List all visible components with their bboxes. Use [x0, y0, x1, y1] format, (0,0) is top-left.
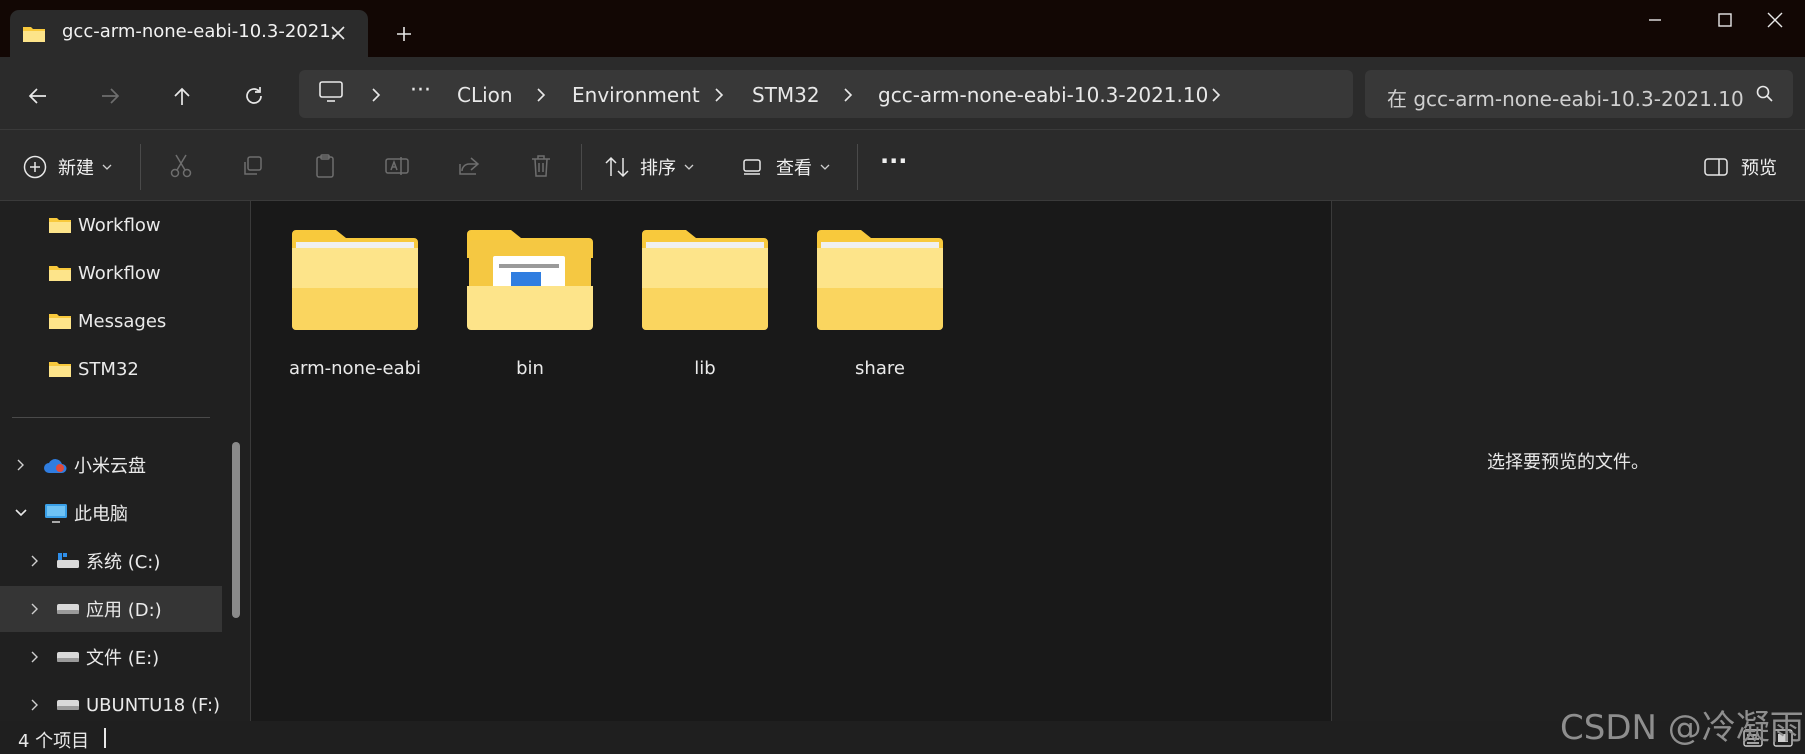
close-window-icon[interactable] [1740, 0, 1805, 40]
breadcrumb-overflow-button[interactable]: ··· [410, 78, 431, 103]
copy-icon[interactable] [238, 151, 268, 181]
folder-name: share [855, 358, 905, 379]
folder-icon [290, 228, 420, 332]
sidebar-item-label: 此电脑 [74, 504, 128, 525]
preview-pane-button[interactable]: 预览 [1703, 152, 1777, 182]
search-input[interactable]: 在 gcc-arm-none-eabi-10.3-2021.10 [1387, 83, 1744, 112]
sidebar-item-label: 文件 (E:) [86, 648, 160, 669]
new-button[interactable]: 新建 [22, 152, 112, 182]
chevron-right-icon [533, 86, 549, 104]
folder-with-files-icon [465, 228, 595, 332]
delete-icon[interactable] [526, 151, 556, 181]
sidebar-item-stm32[interactable]: STM32 [0, 346, 222, 392]
chevron-down-icon[interactable] [14, 507, 28, 519]
chevron-right-icon [368, 86, 384, 104]
chevron-right-icon[interactable] [28, 698, 40, 712]
folder-icon [48, 263, 72, 283]
status-bar [0, 721, 1805, 754]
back-arrow-icon[interactable] [20, 78, 56, 114]
computer-icon [44, 502, 68, 524]
item-count: 4 个项目 [18, 731, 90, 752]
sidebar-item-label: Workflow [78, 214, 161, 236]
view-button[interactable]: 查看 [742, 152, 830, 182]
up-arrow-icon[interactable] [164, 78, 200, 114]
folder-name: bin [516, 358, 544, 379]
view-label: 查看 [776, 158, 812, 179]
chevron-down-icon [102, 163, 112, 171]
sort-label: 排序 [640, 158, 676, 179]
new-label: 新建 [58, 158, 94, 179]
breadcrumb-item[interactable]: Environment [572, 83, 700, 107]
sidebar-item-drive-e[interactable]: 文件 (E:) [0, 634, 222, 680]
divider [857, 144, 858, 190]
folder-icon [22, 24, 46, 44]
sidebar-item-label: UBUNTU18 (F:) [86, 694, 221, 716]
drive-icon [56, 650, 80, 664]
folder-name: lib [694, 358, 716, 379]
sidebar-item-workflow[interactable]: Workflow [0, 202, 222, 248]
chevron-right-icon[interactable] [1208, 86, 1224, 104]
sidebar-item-label: 小米云盘 [74, 456, 146, 477]
divider [581, 144, 582, 190]
forward-arrow-icon[interactable] [92, 78, 128, 114]
sort-icon [604, 155, 630, 179]
watermark: CSDN @冷凝雨 [1560, 708, 1804, 748]
rename-icon[interactable] [382, 151, 412, 181]
folder-icon [48, 359, 72, 379]
sidebar-item-drive-d[interactable]: 应用 (D:) [0, 586, 222, 632]
new-tab-icon[interactable] [390, 20, 418, 48]
search-icon[interactable] [1755, 84, 1775, 104]
view-icon [742, 158, 762, 176]
chevron-right-icon [840, 86, 856, 104]
folder-icon [640, 228, 770, 332]
status-divider [104, 728, 106, 748]
chevron-right-icon[interactable] [14, 458, 26, 472]
sidebar-item-workflow[interactable]: Workflow [0, 250, 222, 296]
folder-icon [815, 228, 945, 332]
breadcrumb-item[interactable]: STM32 [752, 83, 820, 107]
sidebar-item-label: 应用 (D:) [86, 600, 162, 621]
preview-label: 预览 [1741, 158, 1777, 179]
tab-close-icon[interactable] [325, 20, 351, 46]
minimize-icon[interactable] [1620, 0, 1690, 40]
breadcrumb-item-current[interactable]: gcc-arm-none-eabi-10.3-2021.10 [878, 83, 1208, 107]
chevron-right-icon[interactable] [28, 650, 40, 664]
chevron-down-icon [820, 163, 830, 171]
scrollbar-thumb[interactable] [232, 442, 240, 618]
sidebar-item-this-pc[interactable]: 此电脑 [0, 490, 222, 536]
computer-icon [318, 80, 344, 104]
divider [140, 144, 141, 190]
folder-icon [48, 311, 72, 331]
folder-icon [48, 215, 72, 235]
breadcrumb-item[interactable]: CLion [457, 83, 513, 107]
drive-icon [56, 602, 80, 616]
sidebar-item-messages[interactable]: Messages [0, 298, 222, 344]
plus-circle-icon [22, 154, 48, 180]
chevron-right-icon[interactable] [28, 602, 40, 616]
sidebar-item-label: STM32 [78, 358, 139, 380]
sidebar-item-xiaomi-cloud[interactable]: 小米云盘 [0, 442, 222, 488]
drive-icon [56, 698, 80, 712]
chevron-right-icon[interactable] [28, 554, 40, 568]
sidebar-item-drive-c[interactable]: 系统 (C:) [0, 538, 222, 584]
chevron-down-icon [684, 163, 694, 171]
share-icon[interactable] [454, 151, 484, 181]
folder-name: arm-none-eabi [288, 358, 422, 379]
preview-message: 选择要预览的文件。 [1487, 452, 1649, 473]
cloud-icon [42, 455, 68, 475]
system-drive-icon [56, 552, 80, 570]
more-options-button[interactable]: ··· [880, 146, 907, 176]
sidebar-item-label: Workflow [78, 262, 161, 284]
paste-icon[interactable] [310, 151, 340, 181]
sidebar-item-label: Messages [78, 310, 167, 332]
preview-pane-icon [1703, 156, 1729, 178]
tab-title: gcc-arm-none-eabi-10.3-2021. [62, 21, 337, 42]
sort-button[interactable]: 排序 [604, 152, 694, 182]
refresh-icon[interactable] [236, 78, 272, 114]
chevron-right-icon [711, 86, 727, 104]
sidebar-item-label: 系统 (C:) [86, 552, 161, 573]
cut-icon[interactable] [166, 151, 196, 181]
divider [12, 417, 210, 418]
